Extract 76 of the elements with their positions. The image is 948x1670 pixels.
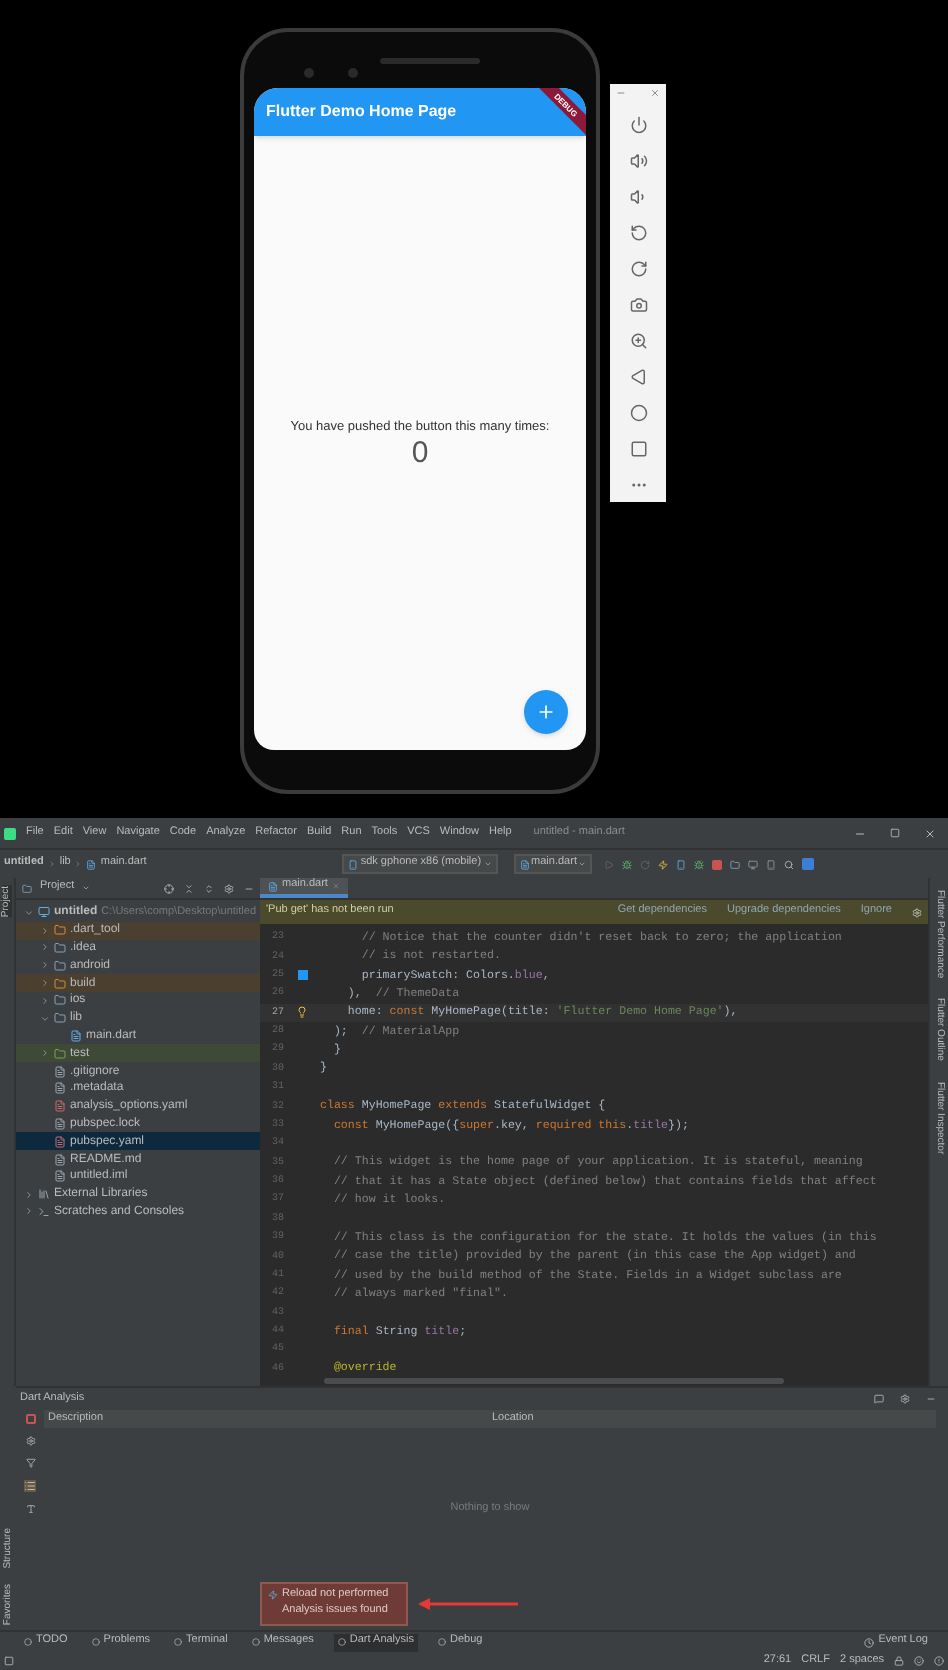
stop-icon[interactable] <box>25 1414 35 1424</box>
clock-icon <box>864 1637 875 1647</box>
color-swatch-icon[interactable] <box>297 969 307 980</box>
tool-window-icon <box>337 1638 346 1646</box>
camera-icon[interactable] <box>629 296 647 314</box>
app-title: Flutter Demo Home Page <box>266 100 457 124</box>
counter-value: 0 <box>411 437 429 468</box>
alert-icon[interactable] <box>934 1656 944 1666</box>
settings-icon[interactable] <box>900 1394 910 1404</box>
hide-icon[interactable] <box>244 883 254 893</box>
tool-window-icon <box>251 1638 260 1646</box>
debug-icon[interactable] <box>622 859 633 869</box>
tool-window-icon <box>91 1638 100 1646</box>
file-icon <box>54 1065 66 1078</box>
tool-window-icon <box>24 1638 32 1646</box>
filter-icon[interactable] <box>25 1458 35 1468</box>
library-icon <box>38 1188 50 1201</box>
add-button[interactable] <box>524 690 568 734</box>
rotate-right-icon[interactable] <box>629 260 647 278</box>
locate-icon[interactable] <box>164 883 174 893</box>
hide-icon[interactable] <box>926 1394 936 1404</box>
camera-icon <box>348 68 358 78</box>
dart-file-icon <box>70 1029 82 1042</box>
file-icon <box>54 1153 66 1166</box>
group-icon[interactable] <box>24 1480 36 1492</box>
dart-file-icon <box>519 859 530 869</box>
stop-icon[interactable] <box>712 859 723 869</box>
tool-window-icon <box>438 1638 447 1646</box>
app-logo-icon <box>4 827 16 839</box>
monitor-icon[interactable] <box>748 859 759 869</box>
expand-all-icon[interactable] <box>204 883 214 893</box>
settings-icon[interactable] <box>912 907 922 917</box>
layout-icon[interactable] <box>4 1656 14 1666</box>
collapse-all-icon[interactable] <box>184 883 194 893</box>
account-icon[interactable] <box>802 858 815 870</box>
lightning-icon <box>268 1590 278 1600</box>
maximize-icon[interactable] <box>890 827 900 837</box>
file-icon <box>54 1135 66 1148</box>
close-icon[interactable] <box>924 827 936 839</box>
console-icon <box>38 1205 50 1218</box>
rotate-left-icon[interactable] <box>629 224 647 242</box>
settings-icon[interactable] <box>25 1436 35 1446</box>
settings-icon[interactable] <box>224 883 234 893</box>
overview-icon[interactable] <box>629 440 647 458</box>
phone-icon <box>348 859 359 869</box>
minimize-icon[interactable] <box>854 827 866 839</box>
back-icon[interactable] <box>629 368 647 386</box>
module-icon <box>38 906 50 919</box>
lock-icon[interactable] <box>894 1656 904 1666</box>
folder-icon <box>22 883 32 893</box>
search-icon[interactable] <box>784 859 795 869</box>
home-icon[interactable] <box>629 404 647 422</box>
power-icon[interactable] <box>629 116 647 134</box>
annotation-arrow <box>418 1598 518 1610</box>
lightning-icon[interactable] <box>658 859 669 869</box>
camera-icon <box>304 68 314 78</box>
file-icon <box>54 1082 66 1095</box>
dart-file-icon <box>268 881 278 891</box>
restart-icon[interactable] <box>640 859 651 869</box>
zoom-in-icon[interactable] <box>629 332 647 350</box>
comment-icon[interactable] <box>874 1394 884 1404</box>
attach-debugger-icon[interactable] <box>694 859 705 869</box>
dart-file-icon <box>86 859 97 869</box>
folder-icon[interactable] <box>730 859 741 869</box>
text-icon[interactable] <box>25 1504 35 1514</box>
device-manager-icon[interactable] <box>766 859 777 869</box>
device-icon[interactable] <box>676 859 687 869</box>
volume-up-icon[interactable] <box>629 152 647 170</box>
volume-down-icon[interactable] <box>629 188 647 206</box>
file-icon <box>54 1117 66 1130</box>
plus-icon <box>536 702 556 722</box>
smiley-icon[interactable] <box>914 1656 924 1666</box>
file-icon <box>54 1100 66 1113</box>
lightbulb-icon[interactable] <box>296 1006 308 1019</box>
tool-window-icon <box>174 1638 183 1646</box>
file-icon <box>54 1170 66 1183</box>
